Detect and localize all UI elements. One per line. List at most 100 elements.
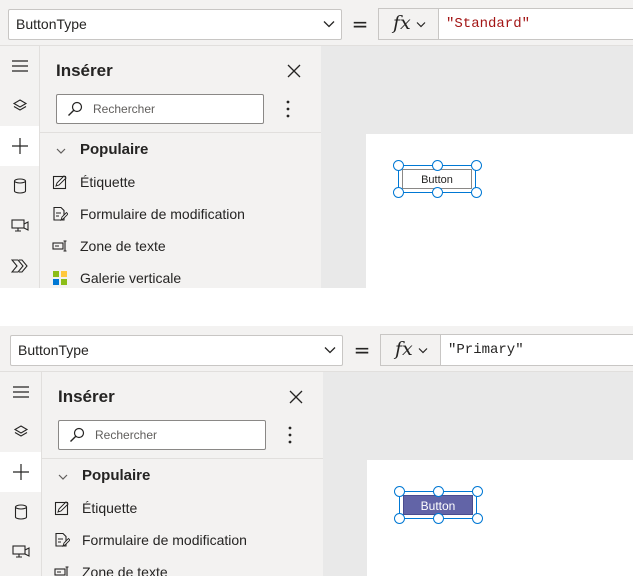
- insert-pane: Insérer Populaire Étiquette Formulaire d…: [40, 46, 321, 288]
- chevron-down-icon: [324, 347, 336, 354]
- fx-button[interactable]: fx: [378, 8, 438, 40]
- resize-handle[interactable]: [393, 160, 404, 171]
- selected-button[interactable]: Button: [393, 160, 482, 198]
- vertical-gallery-icon: [53, 271, 67, 285]
- resize-handle[interactable]: [472, 513, 483, 524]
- resize-handle[interactable]: [471, 187, 482, 198]
- rail-insert[interactable]: [0, 452, 41, 492]
- selected-button[interactable]: Button: [394, 486, 483, 524]
- close-icon[interactable]: [287, 388, 305, 406]
- insert-item-text-input[interactable]: Zone de texte: [54, 560, 314, 576]
- insert-item-vertical-gallery-text: Galerie verticale: [80, 270, 182, 286]
- insert-item-text-input[interactable]: Zone de texte: [52, 234, 312, 260]
- insert-item-edit-form-text: Formulaire de modification: [82, 532, 247, 548]
- formula-bar: ButtonType = fx "Standard": [0, 0, 633, 46]
- edit-form-icon: [53, 206, 68, 222]
- app-screen[interactable]: Button: [366, 134, 633, 288]
- chevron-down-icon: [416, 22, 426, 28]
- label-icon: [52, 175, 67, 190]
- formula-input[interactable]: "Standard": [438, 8, 633, 40]
- rail-media[interactable]: [0, 532, 41, 572]
- resize-handle[interactable]: [471, 160, 482, 171]
- media-icon: [10, 219, 29, 232]
- rail-data[interactable]: [0, 166, 39, 206]
- app-screen[interactable]: Button: [367, 460, 633, 576]
- formula-bar: ButtonType = fx "Primary": [0, 326, 633, 372]
- property-selector-value: ButtonType: [18, 342, 89, 358]
- fx-label: fx: [395, 338, 413, 360]
- text-input-icon: [52, 240, 67, 252]
- rail-power-automate[interactable]: [0, 246, 39, 286]
- search-input[interactable]: [95, 425, 260, 445]
- rail-tree-view[interactable]: [0, 86, 39, 126]
- data-cylinder-icon: [13, 178, 26, 194]
- resize-handle[interactable]: [472, 486, 483, 497]
- resize-handle[interactable]: [432, 160, 443, 171]
- more-options-icon[interactable]: [280, 98, 296, 120]
- button-primary[interactable]: Button: [403, 495, 473, 515]
- studio-panel-standard: ButtonType = fx "Standard" Insérer Reche…: [0, 0, 633, 288]
- insert-item-edit-form-text: Formulaire de modification: [80, 206, 245, 222]
- insert-item-edit-form[interactable]: Formulaire de modification: [52, 202, 312, 228]
- canvas-area: Button: [321, 46, 633, 288]
- canvas-area: Button: [323, 372, 633, 576]
- search-icon: [68, 101, 83, 116]
- insert-item-text-input-text: Zone de texte: [80, 238, 166, 254]
- fx-button[interactable]: fx: [380, 334, 440, 366]
- search-input[interactable]: [93, 99, 258, 119]
- insert-item-label[interactable]: Étiquette: [54, 496, 314, 522]
- insert-item-text-input-text: Zone de texte: [82, 564, 168, 576]
- rail-insert[interactable]: [0, 126, 39, 166]
- property-selector[interactable]: ButtonType: [8, 9, 342, 40]
- pane-divider: [40, 132, 321, 133]
- left-rail: [0, 46, 40, 288]
- insert-pane: Insérer Populaire Étiquette Formulaire d…: [42, 372, 323, 576]
- resize-handle[interactable]: [432, 187, 443, 198]
- media-icon: [11, 545, 30, 558]
- insert-pane-title: Insérer: [58, 387, 115, 406]
- chevron-down-icon: [58, 474, 68, 480]
- data-cylinder-icon: [14, 504, 27, 520]
- resize-handle[interactable]: [433, 486, 444, 497]
- rail-media[interactable]: [0, 206, 39, 246]
- insert-plus-icon: [11, 138, 28, 154]
- insert-item-edit-form[interactable]: Formulaire de modification: [54, 528, 314, 554]
- rail-data[interactable]: [0, 492, 41, 532]
- rail-tree-view[interactable]: [0, 412, 41, 452]
- layers-icon: [12, 99, 27, 111]
- text-input-icon: [54, 566, 69, 576]
- resize-handle[interactable]: [394, 486, 405, 497]
- resize-handle[interactable]: [394, 513, 405, 524]
- power-automate-icon: [10, 259, 28, 273]
- search-icon: [70, 427, 85, 442]
- rail-menu[interactable]: [0, 46, 39, 86]
- insert-plus-icon: [12, 464, 29, 480]
- hamburger-icon: [11, 60, 28, 72]
- fx-label: fx: [393, 12, 411, 34]
- pane-divider: [42, 458, 323, 459]
- left-rail: [0, 372, 42, 576]
- rail-menu[interactable]: [0, 372, 41, 412]
- resize-handle[interactable]: [393, 187, 404, 198]
- resize-handle[interactable]: [433, 513, 444, 524]
- property-selector[interactable]: ButtonType: [10, 335, 343, 366]
- equals-sign: =: [353, 338, 371, 362]
- chevron-down-icon: [56, 148, 66, 154]
- layers-icon: [13, 425, 28, 437]
- chevron-down-icon: [323, 21, 335, 28]
- formula-input[interactable]: "Primary": [440, 334, 633, 366]
- section-popular-label: Populaire: [82, 467, 151, 484]
- equals-sign: =: [351, 12, 369, 36]
- more-options-icon[interactable]: [282, 424, 298, 446]
- close-icon[interactable]: [285, 62, 303, 80]
- search-field[interactable]: [56, 94, 264, 124]
- chevron-down-icon: [418, 348, 428, 354]
- insert-item-vertical-gallery[interactable]: Galerie verticale: [52, 266, 312, 288]
- edit-form-icon: [55, 532, 70, 548]
- insert-item-label[interactable]: Étiquette: [52, 170, 312, 196]
- search-field[interactable]: [58, 420, 266, 450]
- property-selector-value: ButtonType: [16, 16, 87, 32]
- hamburger-icon: [12, 386, 29, 398]
- insert-pane-title: Insérer: [56, 61, 113, 80]
- button-standard[interactable]: Button: [402, 169, 472, 189]
